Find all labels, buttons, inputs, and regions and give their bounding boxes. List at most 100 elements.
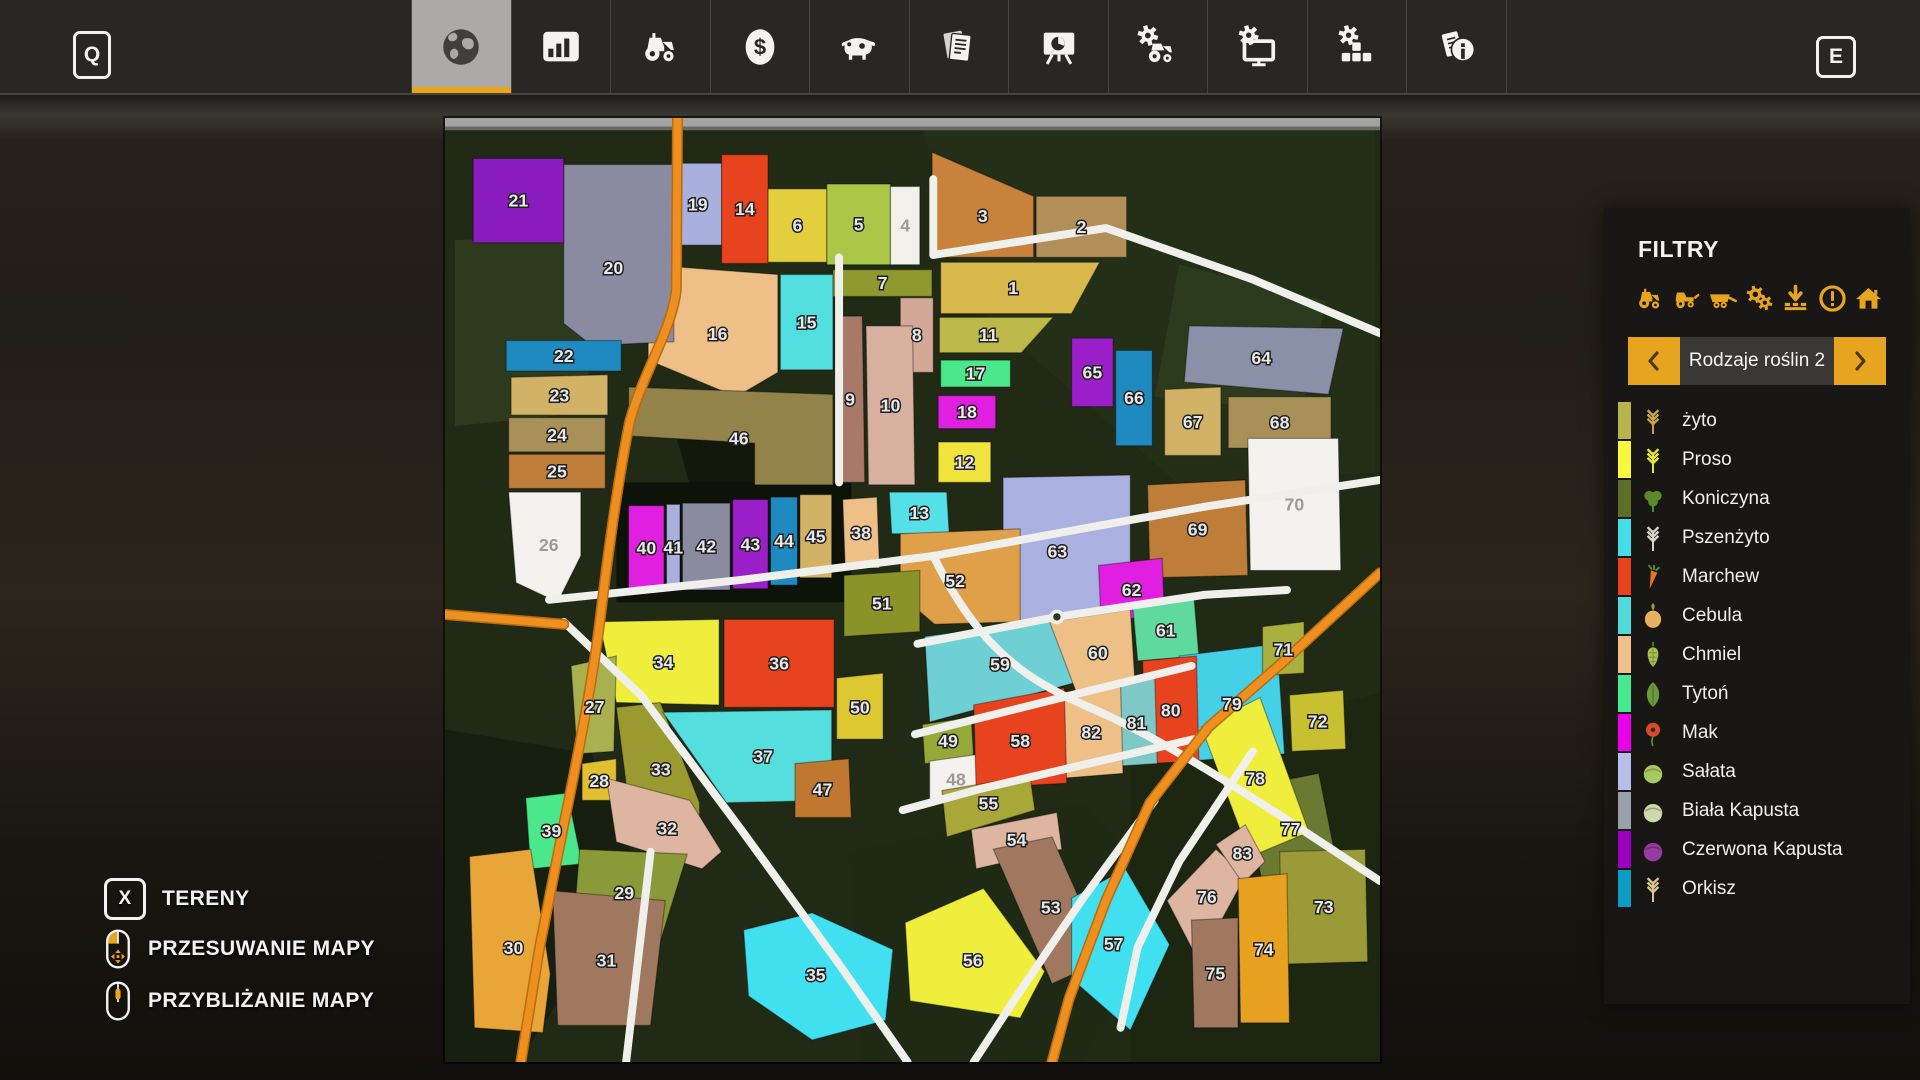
field-number-52: 52 (945, 571, 965, 591)
tab-statistics[interactable] (512, 0, 612, 93)
field-number-57: 57 (1104, 934, 1124, 954)
crop-row-Proso[interactable]: Proso (1618, 440, 1910, 479)
crop-label: Biała Kapusta (1682, 800, 1799, 822)
field-number-44: 44 (774, 531, 794, 551)
field-number-13: 13 (909, 503, 929, 523)
crop-row-Mak[interactable]: Mak (1618, 713, 1910, 752)
tab-contracts[interactable] (910, 0, 1010, 93)
tractor-gear-icon (1136, 25, 1180, 69)
tractor-filter-icon-glyph (1634, 283, 1665, 314)
field-number-6: 6 (793, 216, 803, 236)
key-hint-q-label: Q (84, 43, 100, 67)
tractor-filter-icon[interactable] (1634, 283, 1665, 319)
crop-color-swatch (1618, 870, 1631, 907)
field-number-45: 45 (806, 526, 826, 546)
crop-icon (1640, 600, 1666, 632)
tab-help[interactable] (1407, 0, 1507, 93)
crop-row-Chmiel[interactable]: Chmiel (1618, 635, 1910, 674)
key-hint-x: X (104, 878, 146, 920)
crop-label: Marchew (1682, 566, 1759, 588)
crop-color-swatch (1618, 480, 1631, 517)
crop-row-Tytoń[interactable]: Tytoń (1618, 674, 1910, 713)
crops-next-button[interactable] (1834, 337, 1886, 385)
field-number-17: 17 (966, 364, 986, 384)
crop-row-Koniczyna[interactable]: Koniczyna (1618, 479, 1910, 518)
trailer-filter-icon-glyph (1707, 283, 1738, 314)
field-number-20: 20 (604, 258, 624, 278)
crop-row-Pszenżyto[interactable]: Pszenżyto (1618, 518, 1910, 557)
field-number-37: 37 (753, 746, 773, 766)
crop-filter-label: Rodzaje roślin 2 (1680, 337, 1834, 385)
field-number-54: 54 (1007, 830, 1027, 850)
crop-label: Chmiel (1682, 644, 1741, 666)
harvester-filter-icon[interactable] (1671, 283, 1702, 319)
field-number-66: 66 (1124, 388, 1144, 408)
field-number-73: 73 (1314, 897, 1334, 917)
tab-game-settings[interactable] (1308, 0, 1408, 93)
field-number-1: 1 (1008, 278, 1018, 298)
chevron-left-icon (1641, 348, 1667, 374)
crop-row-Czerwona Kapusta[interactable]: Czerwona Kapusta (1618, 830, 1910, 869)
field-number-43: 43 (740, 534, 760, 554)
crop-color-swatch (1618, 831, 1631, 868)
blocks-gear-icon (1335, 25, 1379, 69)
field-number-21: 21 (509, 191, 529, 211)
crop-row-Orkisz[interactable]: Orkisz (1618, 869, 1910, 908)
map-viewport[interactable]: 1620211914654321711891015171812222324252… (445, 118, 1380, 1062)
field-number-22: 22 (554, 346, 574, 366)
field-number-56: 56 (963, 950, 983, 970)
farm-map[interactable]: 1620211914654321711891015171812222324252… (445, 118, 1380, 1062)
field-number-35: 35 (806, 965, 826, 985)
tab-production[interactable] (1009, 0, 1109, 93)
house-filter-icon[interactable] (1853, 283, 1884, 319)
field-number-46: 46 (729, 428, 749, 448)
crops-prev-button[interactable] (1628, 337, 1680, 385)
tab-vehicles[interactable] (611, 0, 711, 93)
crop-color-swatch (1618, 558, 1631, 595)
mouse-left-drag-icon (104, 928, 132, 970)
tab-finances[interactable]: $ (711, 0, 811, 93)
crop-label: żyto (1682, 410, 1717, 432)
crop-row-Cebula[interactable]: Cebula (1618, 596, 1910, 635)
field-number-60: 60 (1088, 643, 1108, 663)
field-number-59: 59 (990, 655, 1010, 675)
crop-row-Biała Kapusta[interactable]: Biała Kapusta (1618, 791, 1910, 830)
field-number-75: 75 (1206, 963, 1226, 983)
crop-row-żyto[interactable]: żyto (1618, 401, 1910, 440)
field-number-61: 61 (1156, 620, 1176, 640)
crop-color-swatch (1618, 675, 1631, 712)
info-docs-icon (1435, 25, 1479, 69)
crop-label: Sałata (1682, 761, 1736, 783)
field-number-74: 74 (1254, 940, 1274, 960)
crop-icon (1640, 483, 1666, 515)
crop-icon (1640, 717, 1666, 749)
tab-animals[interactable] (810, 0, 910, 93)
crop-row-Marchew[interactable]: Marchew (1618, 557, 1910, 596)
tab-garage[interactable] (1109, 0, 1209, 93)
download-filter-icon[interactable] (1780, 283, 1811, 319)
trailer-filter-icon[interactable] (1707, 283, 1738, 319)
field-number-69: 69 (1188, 520, 1208, 540)
field-number-9: 9 (845, 389, 855, 409)
chevron-right-icon (1847, 348, 1873, 374)
field-number-70: 70 (1284, 495, 1304, 515)
crop-color-swatch (1618, 714, 1631, 751)
field-number-79: 79 (1222, 694, 1242, 714)
download-filter-icon-glyph (1780, 283, 1811, 314)
tab-map[interactable] (411, 0, 512, 93)
tab-general-settings[interactable] (1208, 0, 1308, 93)
crop-row-Sałata[interactable]: Sałata (1618, 752, 1910, 791)
crop-icon (1640, 678, 1666, 710)
documents-icon (937, 25, 981, 69)
key-hint-e-label: E (1829, 45, 1843, 69)
field-20[interactable] (564, 164, 674, 345)
field-number-16: 16 (708, 324, 728, 344)
crop-label: Czerwona Kapusta (1682, 839, 1843, 861)
gears-filter-icon[interactable] (1744, 283, 1775, 319)
field-1[interactable] (941, 262, 1100, 313)
harvester-filter-icon-glyph (1671, 283, 1702, 314)
crop-color-swatch (1618, 792, 1631, 829)
field-number-24: 24 (547, 425, 567, 445)
field-number-32: 32 (657, 818, 677, 838)
warning-filter-icon[interactable] (1817, 283, 1848, 319)
